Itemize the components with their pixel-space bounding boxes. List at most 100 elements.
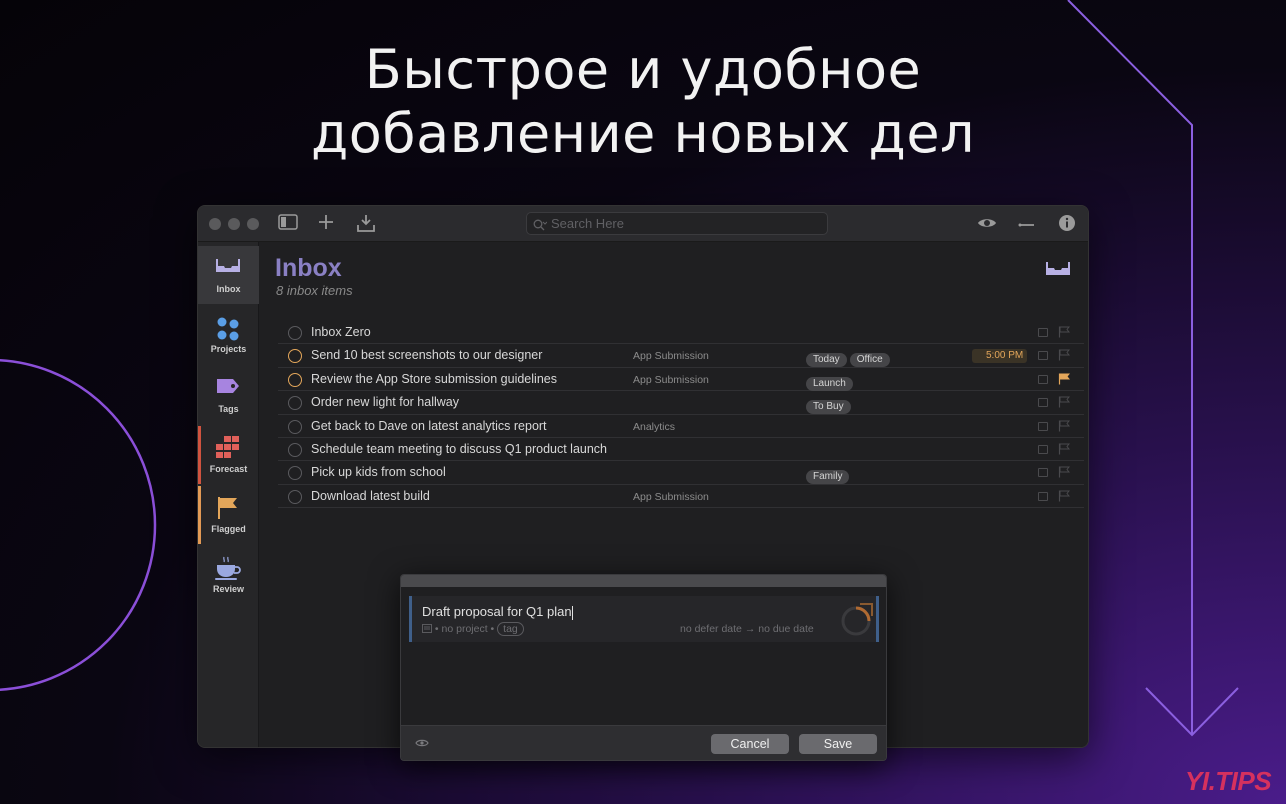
sidebar-item-inbox[interactable]: Inbox [198,246,259,304]
project-field[interactable]: no project [442,623,488,635]
eye-icon[interactable] [415,738,429,748]
minus-icon[interactable] [1016,214,1038,234]
note-icon[interactable] [1038,328,1048,337]
sidebar-toggle-icon[interactable] [277,214,299,234]
note-icon[interactable] [1038,374,1048,384]
flag-icon[interactable] [1058,420,1070,432]
flag-icon[interactable] [1058,349,1070,361]
task-title[interactable]: Send 10 best screenshots to our designer [311,348,542,362]
zoom-window-button[interactable] [247,218,259,230]
tag-badge[interactable]: Family [806,470,850,485]
text-caret [571,605,573,620]
sidebar-item-tags[interactable]: Tags [198,366,259,424]
sidebar: Inbox Projects Tags Forecast Flagged Rev… [198,242,259,747]
quick-entry-title-input[interactable]: Draft proposal for Q1 plan [422,604,573,620]
search-placeholder: Search Here [551,216,624,231]
task-checkbox[interactable] [288,326,302,340]
task-row[interactable]: Send 10 best screenshots to our designer… [278,344,1084,368]
flag-icon[interactable] [1058,396,1070,408]
sidebar-item-label: Review [212,584,245,594]
task-project: Analytics [633,420,676,433]
inbox-tray-icon [216,259,240,272]
quick-entry-row[interactable]: Draft proposal for Q1 plan • no project … [409,596,879,642]
close-window-button[interactable] [209,218,221,230]
note-icon[interactable] [1038,491,1048,501]
sidebar-item-flagged[interactable]: Flagged [198,486,259,544]
quick-entry-title-text: Draft proposal for Q1 plan [422,604,572,619]
task-tags: Family [806,466,852,485]
task-checkbox[interactable] [288,466,302,481]
flag-icon[interactable] [1058,490,1070,502]
quick-entry-dialog: Draft proposal for Q1 plan • no project … [400,574,887,761]
task-project: App Submission [633,490,709,503]
plus-icon[interactable] [315,214,337,234]
status-ring-icon[interactable] [838,601,876,639]
tag-badge[interactable]: Today [806,353,847,368]
info-icon[interactable] [1056,214,1078,234]
task-checkbox[interactable] [288,442,302,457]
task-row[interactable]: Download latest build App Submission [278,485,1084,509]
task-title[interactable]: Inbox Zero [311,325,371,339]
sidebar-item-label: Flagged [211,524,246,534]
sidebar-item-label: Inbox [216,284,241,294]
task-checkbox[interactable] [288,349,302,364]
task-row[interactable]: Order new light for hallway To Buy [278,391,1084,415]
task-title[interactable]: Download latest build [311,489,430,503]
tag-badge[interactable]: To Buy [806,400,851,415]
task-title[interactable]: Schedule team meeting to discuss Q1 prod… [311,442,607,456]
calendar-grid-icon [216,436,239,458]
task-list: Inbox Zero Send 10 best screenshots to ou… [260,321,1084,509]
task-row[interactable]: Pick up kids from school Family [278,461,1084,485]
task-tags: Today Office [806,349,893,368]
arrow-separator: → [744,623,756,635]
tag-badge[interactable]: Launch [806,376,853,391]
task-row[interactable]: Inbox Zero [278,321,1084,345]
task-checkbox[interactable] [288,396,302,411]
inbox-tray-icon [1046,262,1070,275]
tag-field[interactable]: tag [497,622,524,636]
sidebar-item-projects[interactable]: Projects [198,306,259,364]
coffee-cup-icon [215,556,241,580]
dialog-titlebar[interactable] [401,575,886,587]
projects-dots-icon [217,317,239,341]
task-title[interactable]: Pick up kids from school [311,465,446,479]
titlebar: Search Here [198,206,1088,242]
note-icon[interactable] [1038,398,1048,408]
sidebar-item-review[interactable]: Review [198,546,259,604]
flag-icon[interactable] [1058,326,1070,338]
save-button[interactable]: Save [799,734,877,754]
flag-icon[interactable] [1058,466,1070,478]
task-title[interactable]: Order new light for hallway [311,395,459,409]
search-input[interactable]: Search Here [526,212,828,235]
cancel-button[interactable]: Cancel [711,734,789,754]
task-row[interactable]: Schedule team meeting to discuss Q1 prod… [278,438,1084,462]
task-row[interactable]: Get back to Dave on latest analytics rep… [278,415,1084,438]
due-date-field[interactable]: no due date [758,623,813,635]
defer-date-field[interactable]: no defer date [680,623,742,635]
task-title[interactable]: Review the App Store submission guidelin… [311,372,557,386]
minimize-window-button[interactable] [228,218,240,230]
sidebar-item-label: Tags [218,404,239,414]
headline-line-1: Быстрое и удобное [364,38,922,101]
flag-icon[interactable] [1058,443,1070,455]
task-title[interactable]: Get back to Dave on latest analytics rep… [311,419,547,433]
tag-badge[interactable]: Office [849,353,890,368]
task-checkbox[interactable] [288,489,302,504]
task-project: App Submission [633,350,709,363]
task-checkbox[interactable] [288,419,302,434]
eye-icon[interactable] [976,214,998,234]
note-icon[interactable] [1038,351,1048,361]
sidebar-item-forecast[interactable]: Forecast [198,426,259,484]
sidebar-item-label: Forecast [209,464,248,474]
note-icon[interactable] [1038,421,1048,431]
due-time-badge: 5:00 PM [972,349,1028,364]
note-icon[interactable] [1038,468,1048,478]
note-icon [422,624,432,633]
task-row[interactable]: Review the App Store submission guidelin… [278,368,1084,392]
download-icon[interactable] [355,214,377,234]
sidebar-item-label: Projects [210,344,247,354]
task-checkbox[interactable] [288,372,302,387]
tag-icon [217,379,239,393]
flag-icon[interactable] [1058,373,1070,385]
note-icon[interactable] [1038,444,1048,454]
